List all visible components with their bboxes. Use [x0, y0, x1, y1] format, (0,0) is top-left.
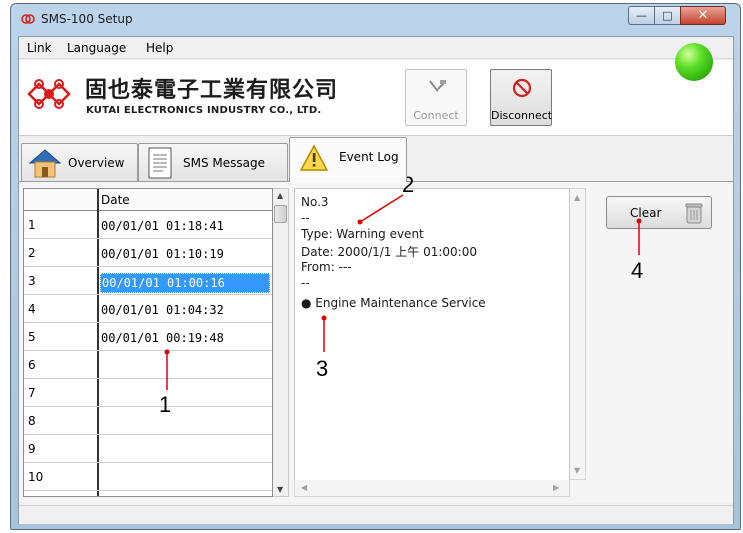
- row-date-cell[interactable]: 00/01/01 00:19:48: [100, 329, 270, 349]
- trash-icon: [685, 203, 703, 224]
- menu-bar: Link Language Help: [19, 37, 733, 59]
- row-date-cell[interactable]: [100, 357, 270, 377]
- scroll-down-icon[interactable]: ▼: [574, 466, 580, 475]
- tab-sms-message-label: SMS Message: [183, 156, 265, 170]
- client-area: Link Language Help 固也泰電子工業有限公司 KUTAI ELE…: [18, 36, 734, 524]
- tab-strip: Overview SMS Message Event Log: [19, 137, 733, 182]
- detail-line: --: [301, 276, 310, 290]
- row-number[interactable]: 10: [28, 470, 43, 484]
- annotation-label-3: 3: [316, 356, 329, 381]
- header-banner: 固也泰電子工業有限公司 KUTAI ELECTRONICS INDUSTRY C…: [19, 60, 733, 136]
- grid-scrollbar[interactable]: ▲ ▼: [273, 188, 289, 497]
- scroll-up-icon[interactable]: ▲: [277, 191, 283, 200]
- detail-line: Date: 2000/1/1 上午 01:00:00: [301, 245, 477, 259]
- annotation-label-4: 4: [631, 258, 644, 283]
- detail-line: From: ---: [301, 260, 352, 274]
- menu-link[interactable]: Link: [27, 41, 52, 55]
- detail-vertical-scrollbar[interactable]: ▲ ▼: [570, 188, 586, 480]
- table-row[interactable]: 1 00/01/01 01:18:41: [24, 211, 272, 239]
- grid-header: Date: [24, 189, 272, 211]
- minimize-icon: —: [636, 9, 647, 22]
- company-name-english: KUTAI ELECTRONICS INDUSTRY CO., LTD.: [86, 105, 322, 116]
- document-icon: [148, 147, 172, 179]
- row-date-cell[interactable]: [100, 441, 270, 461]
- disconnect-label: Disconnect: [491, 109, 553, 122]
- connection-status-led: [675, 43, 713, 81]
- company-logo: [27, 79, 71, 109]
- clear-button[interactable]: Clear: [606, 196, 712, 229]
- detail-horizontal-scrollbar[interactable]: ◀ ▶: [294, 480, 570, 497]
- table-row[interactable]: 2 00/01/01 01:10:19: [24, 239, 272, 267]
- table-row[interactable]: 3 00/01/01 01:00:16: [24, 267, 272, 295]
- tab-sms-message[interactable]: SMS Message: [138, 143, 288, 181]
- disconnect-button[interactable]: Disconnect: [490, 69, 552, 126]
- row-date-cell[interactable]: 00/01/01 01:00:16: [100, 273, 270, 293]
- app-icon: [21, 14, 35, 24]
- scroll-thumb[interactable]: [274, 205, 287, 223]
- tab-event-log[interactable]: Event Log: [289, 137, 407, 182]
- maximize-button[interactable]: □: [654, 6, 681, 25]
- maximize-icon: □: [662, 9, 673, 22]
- menu-help[interactable]: Help: [146, 41, 173, 55]
- row-date-cell[interactable]: [100, 413, 270, 433]
- clear-label: Clear: [630, 206, 662, 220]
- detail-line: --: [301, 211, 310, 225]
- scroll-left-icon[interactable]: ◀: [301, 483, 307, 492]
- scroll-right-icon[interactable]: ▶: [553, 483, 559, 492]
- minimize-button[interactable]: —: [628, 6, 655, 25]
- table-row[interactable]: 5 00/01/01 00:19:48: [24, 323, 272, 351]
- row-number[interactable]: 4: [28, 302, 36, 316]
- title-bar[interactable]: SMS-100 Setup — □ ✕: [11, 4, 740, 34]
- company-name-chinese: 固也泰電子工業有限公司: [85, 78, 339, 103]
- row-number[interactable]: 8: [28, 414, 36, 428]
- annotation-label-1: 1: [159, 392, 172, 417]
- row-number[interactable]: 1: [28, 218, 36, 232]
- column-header-date[interactable]: Date: [101, 193, 130, 207]
- connect-label: Connect: [413, 109, 459, 122]
- scroll-up-icon[interactable]: ▲: [574, 193, 580, 202]
- close-icon: ✕: [697, 8, 709, 23]
- row-date-cell[interactable]: [100, 385, 270, 405]
- row-number[interactable]: 3: [28, 274, 36, 288]
- table-row[interactable]: 4 00/01/01 01:04:32: [24, 295, 272, 323]
- detail-line: No.3: [301, 195, 329, 209]
- row-number[interactable]: 2: [28, 246, 36, 260]
- event-grid[interactable]: Date 1 00/01/01 01:18:41 2 00/01/01 01:10:1…: [23, 188, 273, 497]
- event-detail-text[interactable]: No.3 -- Type: Warning event Date: 2000/1…: [294, 188, 570, 497]
- row-number[interactable]: 6: [28, 358, 36, 372]
- row-number[interactable]: 9: [28, 442, 36, 456]
- plug-icon: [429, 80, 446, 92]
- window-title: SMS-100 Setup: [41, 12, 133, 26]
- table-row[interactable]: 6: [24, 351, 272, 379]
- detail-line: ● Engine Maintenance Service: [301, 296, 486, 310]
- row-date-cell[interactable]: [100, 469, 270, 489]
- row-number[interactable]: 7: [28, 386, 36, 400]
- row-number[interactable]: 5: [28, 330, 36, 344]
- table-row[interactable]: 9: [24, 435, 272, 463]
- row-date-cell[interactable]: 00/01/01 01:18:41: [100, 217, 270, 237]
- house-icon: [28, 149, 62, 178]
- row-date-cell[interactable]: 00/01/01 01:10:19: [100, 245, 270, 265]
- event-log-panel: Date 1 00/01/01 01:18:41 2 00/01/01 01:10:1…: [19, 181, 733, 503]
- status-bar: [19, 505, 733, 524]
- scroll-down-icon[interactable]: ▼: [277, 485, 283, 494]
- tab-overview-label: Overview: [68, 156, 125, 170]
- menu-language[interactable]: Language: [67, 41, 126, 55]
- warning-icon: [299, 144, 329, 171]
- detail-line: Type: Warning event: [301, 227, 424, 241]
- table-row[interactable]: 8: [24, 407, 272, 435]
- tab-event-log-label: Event Log: [339, 150, 399, 164]
- table-row[interactable]: 10: [24, 463, 272, 491]
- row-date-cell[interactable]: 00/01/01 01:04:32: [100, 301, 270, 321]
- close-button[interactable]: ✕: [680, 6, 726, 25]
- tab-overview[interactable]: Overview: [21, 143, 138, 181]
- connect-button[interactable]: Connect: [405, 69, 467, 126]
- no-connection-icon: [512, 78, 532, 98]
- table-row[interactable]: 7: [24, 379, 272, 407]
